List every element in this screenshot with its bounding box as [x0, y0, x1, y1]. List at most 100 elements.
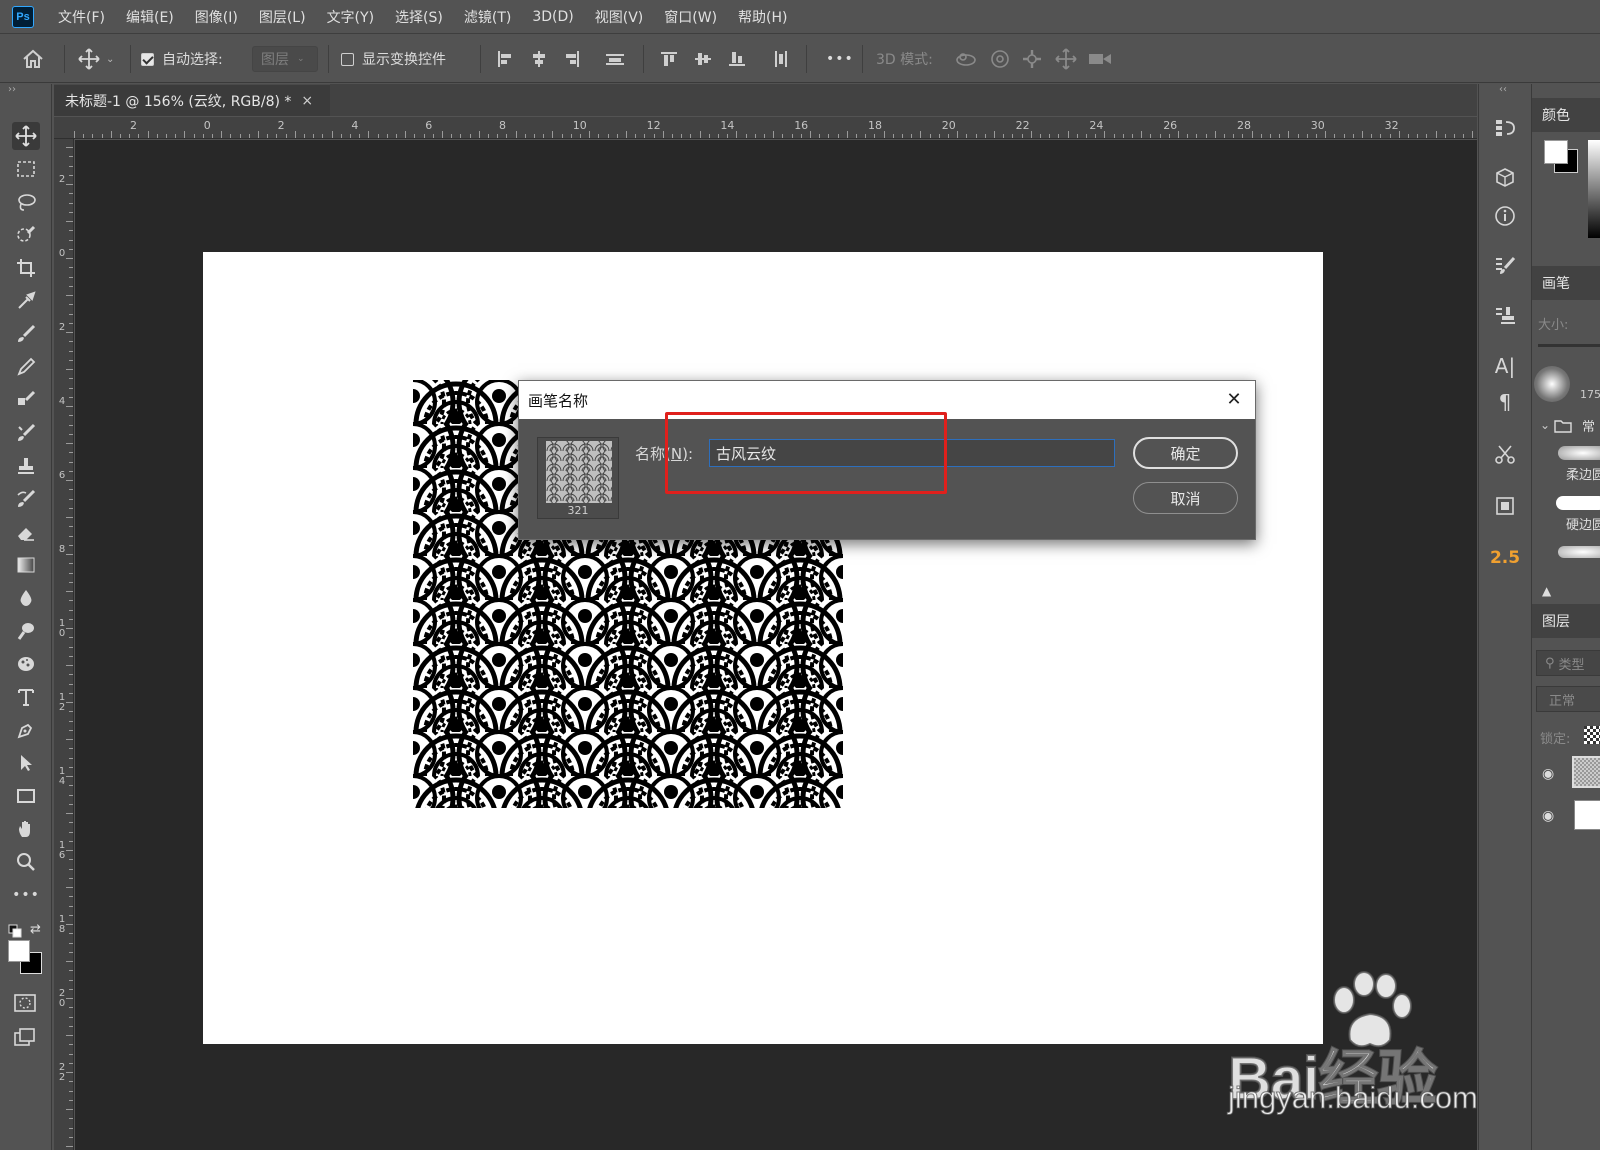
brush-preview-icon[interactable] [1534, 366, 1570, 402]
history-brush-tool-icon[interactable] [12, 485, 40, 513]
hand-tool-icon[interactable] [12, 815, 40, 843]
show-transform-checkbox[interactable] [341, 52, 354, 66]
tab-layers[interactable]: 图层 [1532, 604, 1600, 638]
clone-stamp-tool-icon[interactable] [12, 386, 40, 414]
more-tools-icon[interactable]: ••• [12, 881, 40, 909]
menu-filter[interactable]: 滤镜(T) [464, 7, 511, 27]
3d-orbit-icon[interactable] [955, 35, 977, 83]
3d-slide-icon[interactable] [1055, 35, 1077, 83]
vertical-ruler[interactable]: 2024681 01 21 41 61 82 02 2 [54, 139, 74, 1150]
collapse-toolbar-icon[interactable]: ›› [8, 84, 16, 95]
lock-transparency-icon[interactable] [1584, 726, 1600, 744]
layer-thumbnail-pattern[interactable] [1572, 756, 1600, 788]
healing-brush-tool-icon[interactable] [12, 419, 40, 447]
menu-image[interactable]: 图像(I) [195, 7, 238, 27]
dodge-tool-icon[interactable] [12, 617, 40, 645]
history-panel-icon[interactable] [1491, 114, 1519, 142]
swap-colors-icon[interactable]: ⇄ [30, 922, 41, 937]
menu-3d[interactable]: 3D(D) [532, 9, 573, 25]
collapse-panels-icon[interactable]: ‹‹ [1499, 84, 1507, 95]
tool-presets-icon[interactable] [1491, 440, 1519, 468]
close-icon[interactable]: ✕ [1223, 388, 1245, 410]
menu-type[interactable]: 文字(Y) [327, 7, 374, 27]
document-canvas[interactable] [203, 252, 1323, 1044]
quick-select-tool-icon[interactable] [12, 221, 40, 249]
adjustment-value-badge[interactable]: 2.5 [1490, 544, 1520, 572]
menu-file[interactable]: 文件(F) [58, 7, 105, 27]
align-middle-icon[interactable] [694, 35, 712, 83]
eraser-tool-icon[interactable] [12, 518, 40, 546]
eye-icon[interactable]: ◉ [1542, 808, 1554, 824]
sponge-tool-icon[interactable] [12, 650, 40, 678]
character-panel-icon[interactable]: A| [1491, 352, 1519, 380]
paragraph-panel-icon[interactable]: ¶ [1491, 388, 1519, 416]
layer-filter-box[interactable]: ⚲ 类型 [1536, 650, 1600, 676]
brush-settings-icon[interactable] [1491, 252, 1519, 280]
pencil-tool-icon[interactable] [12, 353, 40, 381]
brush-size-slider[interactable] [1538, 344, 1600, 347]
menu-help[interactable]: 帮助(H) [738, 7, 787, 27]
align-center-icon[interactable] [530, 35, 548, 83]
crop-tool-icon[interactable] [12, 254, 40, 282]
move-tool-icon[interactable] [12, 122, 40, 150]
blur-tool-icon[interactable] [12, 584, 40, 612]
brush-stroke-icon[interactable] [1558, 546, 1600, 558]
soft-round-brush-label[interactable]: 柔边圆 [1566, 464, 1600, 483]
hard-brush-stroke-icon[interactable] [1556, 496, 1600, 510]
align-top-icon[interactable] [660, 35, 678, 83]
lasso-tool-icon[interactable] [12, 188, 40, 216]
pen-tool-icon[interactable] [12, 716, 40, 744]
hard-round-brush-label[interactable]: 硬边圆 [1566, 514, 1600, 533]
ok-button[interactable]: 确定 [1133, 437, 1238, 469]
menu-window[interactable]: 窗口(W) [664, 7, 717, 27]
color-fg-swatch[interactable] [1544, 140, 1568, 164]
info-icon[interactable] [1491, 202, 1519, 230]
photoshop-logo[interactable]: Ps [12, 5, 34, 28]
actions-panel-icon[interactable] [1491, 492, 1519, 520]
distribute-vertical-icon[interactable] [772, 35, 790, 83]
3d-roll-icon[interactable] [990, 35, 1010, 83]
tab-brush[interactable]: 画笔 [1532, 266, 1600, 300]
type-tool-icon[interactable] [12, 683, 40, 711]
rectangle-tool-icon[interactable] [12, 782, 40, 810]
distribute-icon[interactable] [605, 35, 625, 83]
align-right-icon[interactable] [563, 35, 581, 83]
marquee-tool-icon[interactable] [12, 155, 40, 183]
foreground-color-swatch[interactable] [8, 940, 30, 962]
tab-color[interactable]: 颜色 [1532, 98, 1600, 132]
blend-mode-dropdown[interactable]: 正常 [1536, 686, 1600, 712]
menu-select[interactable]: 选择(S) [395, 7, 443, 27]
3d-camera-icon[interactable] [1088, 35, 1112, 83]
more-options-icon[interactable]: ••• [826, 35, 854, 83]
3d-pan-icon[interactable] [1022, 35, 1042, 83]
chevron-down-icon[interactable]: ⌄ [1540, 418, 1550, 432]
path-select-tool-icon[interactable] [12, 749, 40, 777]
gradient-tool-icon[interactable] [12, 551, 40, 579]
horizontal-ruler[interactable]: 2 0 2 4 6 8 10 12 14 16 18 20 22 24 26 28 30 32 [54, 117, 1477, 139]
eyedropper-tool-icon[interactable] [12, 287, 40, 315]
document-tab[interactable]: 未标题-1 @ 156% (云纹, RGB/8) * × [54, 84, 330, 116]
cancel-button[interactable]: 取消 [1133, 482, 1238, 514]
auto-select-target-dropdown[interactable]: 图层 ⌄ [252, 46, 318, 72]
home-icon[interactable] [22, 35, 44, 83]
menu-layer[interactable]: 图层(L) [259, 7, 306, 27]
layer-thumbnail-background[interactable] [1574, 800, 1600, 830]
close-tab-icon[interactable]: × [301, 93, 313, 109]
screen-mode-icon[interactable] [14, 1028, 36, 1052]
brush-tool-icon[interactable] [12, 320, 40, 348]
eye-icon[interactable]: ◉ [1542, 766, 1554, 782]
3d-panel-icon[interactable] [1491, 164, 1519, 192]
auto-select-checkbox[interactable] [141, 52, 154, 66]
quick-mask-icon[interactable] [14, 994, 36, 1016]
clone-source-icon[interactable] [1491, 302, 1519, 330]
move-tool-icon[interactable]: ⌄ [78, 35, 114, 83]
color-slider[interactable] [1588, 140, 1600, 238]
chevron-down-icon[interactable]: ⌄ [106, 54, 114, 65]
align-left-icon[interactable] [496, 35, 514, 83]
align-bottom-icon[interactable] [728, 35, 746, 83]
stamp-tool-icon[interactable] [12, 452, 40, 480]
triangle-icon[interactable]: ▲ [1542, 584, 1551, 598]
menu-view[interactable]: 视图(V) [595, 7, 644, 27]
soft-brush-stroke-icon[interactable] [1558, 446, 1600, 460]
menu-edit[interactable]: 编辑(E) [126, 7, 174, 27]
